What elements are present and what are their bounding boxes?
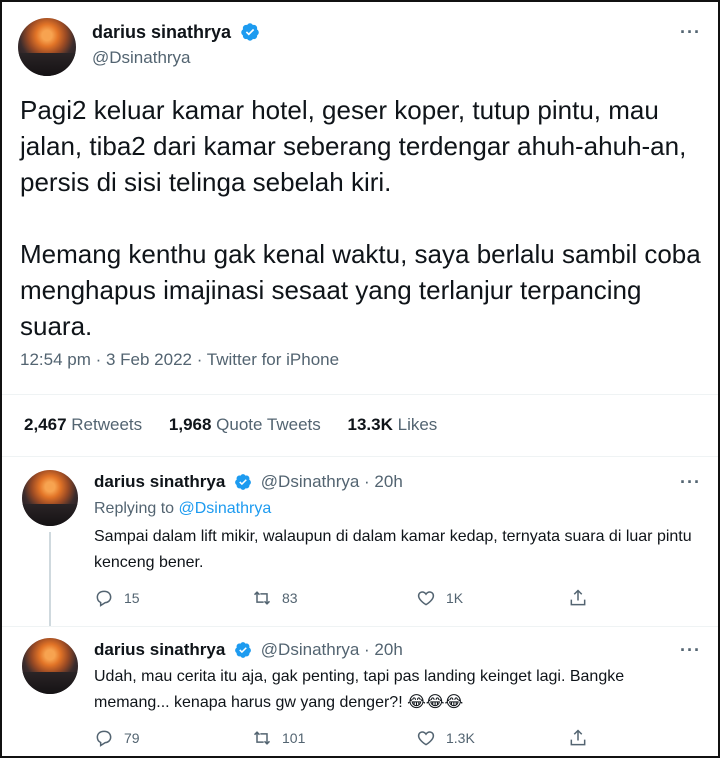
tweet-meta[interactable]: 12:54 pm · 3 Feb 2022 · Twitter for iPho… bbox=[20, 350, 339, 370]
retweet-icon bbox=[253, 591, 271, 605]
tweet-text: Pagi2 keluar kamar hotel, geser koper, t… bbox=[20, 92, 710, 344]
likes-count: 13.3K bbox=[347, 415, 393, 434]
reply-icon bbox=[96, 730, 112, 747]
share-icon bbox=[570, 729, 586, 746]
like-button[interactable]: 1K bbox=[416, 588, 568, 608]
reply-handle-time[interactable]: @Dsinathrya · 20h bbox=[261, 472, 403, 491]
tweet-paragraph: Pagi2 keluar kamar hotel, geser koper, t… bbox=[20, 95, 687, 197]
more-icon[interactable]: ··· bbox=[680, 22, 701, 43]
avatar[interactable] bbox=[18, 18, 76, 76]
reply-author-name[interactable]: darius sinathrya bbox=[94, 472, 225, 491]
reply-header: darius sinathrya @Dsinathrya · 20h bbox=[94, 640, 403, 660]
retweet-button[interactable]: 83 bbox=[252, 588, 416, 608]
retweet-icon bbox=[253, 731, 271, 745]
verified-icon bbox=[235, 642, 251, 658]
likes-stat[interactable]: 13.3K Likes bbox=[348, 415, 438, 434]
tweet-stats: 2,467 Retweets 1,968 Quote Tweets 13.3K … bbox=[24, 415, 459, 435]
reply-count: 15 bbox=[124, 590, 140, 606]
share-button[interactable] bbox=[568, 588, 588, 608]
reply-text: Udah, mau cerita itu aja, gak penting, t… bbox=[94, 668, 625, 711]
reply-button[interactable]: 79 bbox=[94, 728, 252, 748]
reply-header: darius sinathrya @Dsinathrya · 20h bbox=[94, 472, 403, 492]
retweet-count: 101 bbox=[282, 730, 306, 746]
more-icon[interactable]: ··· bbox=[680, 640, 701, 661]
quotes-label: Quote Tweets bbox=[216, 415, 321, 434]
divider bbox=[2, 394, 718, 395]
avatar[interactable] bbox=[22, 470, 78, 526]
verified-icon bbox=[240, 23, 259, 41]
like-icon bbox=[417, 731, 435, 746]
more-icon[interactable]: ··· bbox=[680, 472, 701, 493]
avatar[interactable] bbox=[22, 638, 78, 694]
likes-label: Likes bbox=[397, 415, 438, 434]
retweets-stat[interactable]: 2,467 Retweets bbox=[24, 415, 142, 434]
reply-count: 79 bbox=[124, 730, 140, 746]
author-handle[interactable]: @Dsinathrya bbox=[92, 48, 191, 68]
like-count: 1.3K bbox=[446, 730, 475, 746]
share-icon bbox=[570, 589, 586, 606]
reply-text: Sampai dalam lift mikir, walaupun di dal… bbox=[94, 528, 692, 571]
tweet-paragraph: Memang kenthu gak kenal waktu, saya berl… bbox=[20, 239, 701, 341]
retweets-label: Retweets bbox=[71, 415, 143, 434]
replying-prefix: Replying to bbox=[94, 500, 175, 517]
replying-to: Replying to @Dsinathrya bbox=[94, 500, 271, 518]
like-button[interactable]: 1.3K bbox=[416, 728, 568, 748]
author-block: darius sinathrya bbox=[92, 22, 260, 43]
reply-button[interactable]: 15 bbox=[94, 588, 252, 608]
reply-icon bbox=[96, 590, 112, 607]
tweet-screenshot: darius sinathrya @Dsinathrya ··· Pagi2 k… bbox=[0, 0, 720, 758]
retweet-button[interactable]: 101 bbox=[252, 728, 416, 748]
replying-to-link[interactable]: @Dsinathrya bbox=[179, 500, 272, 517]
like-count: 1K bbox=[446, 590, 464, 606]
divider bbox=[2, 456, 718, 457]
like-icon bbox=[417, 591, 435, 606]
quotes-count: 1,968 bbox=[168, 415, 212, 434]
retweet-count: 83 bbox=[282, 590, 298, 606]
divider bbox=[2, 626, 718, 627]
retweets-count: 2,467 bbox=[24, 415, 67, 434]
reply-author-name[interactable]: darius sinathrya bbox=[94, 640, 225, 659]
share-button[interactable] bbox=[568, 728, 588, 748]
reply-actions: 79 101 1.3K bbox=[94, 728, 588, 748]
reply-actions: 15 83 1K bbox=[94, 588, 588, 608]
quote-tweets-stat[interactable]: 1,968 Quote Tweets bbox=[169, 415, 321, 434]
thread-line bbox=[49, 532, 51, 626]
author-name[interactable]: darius sinathrya bbox=[92, 22, 231, 42]
reply-handle-time[interactable]: @Dsinathrya · 20h bbox=[261, 640, 403, 659]
verified-icon bbox=[235, 474, 251, 490]
